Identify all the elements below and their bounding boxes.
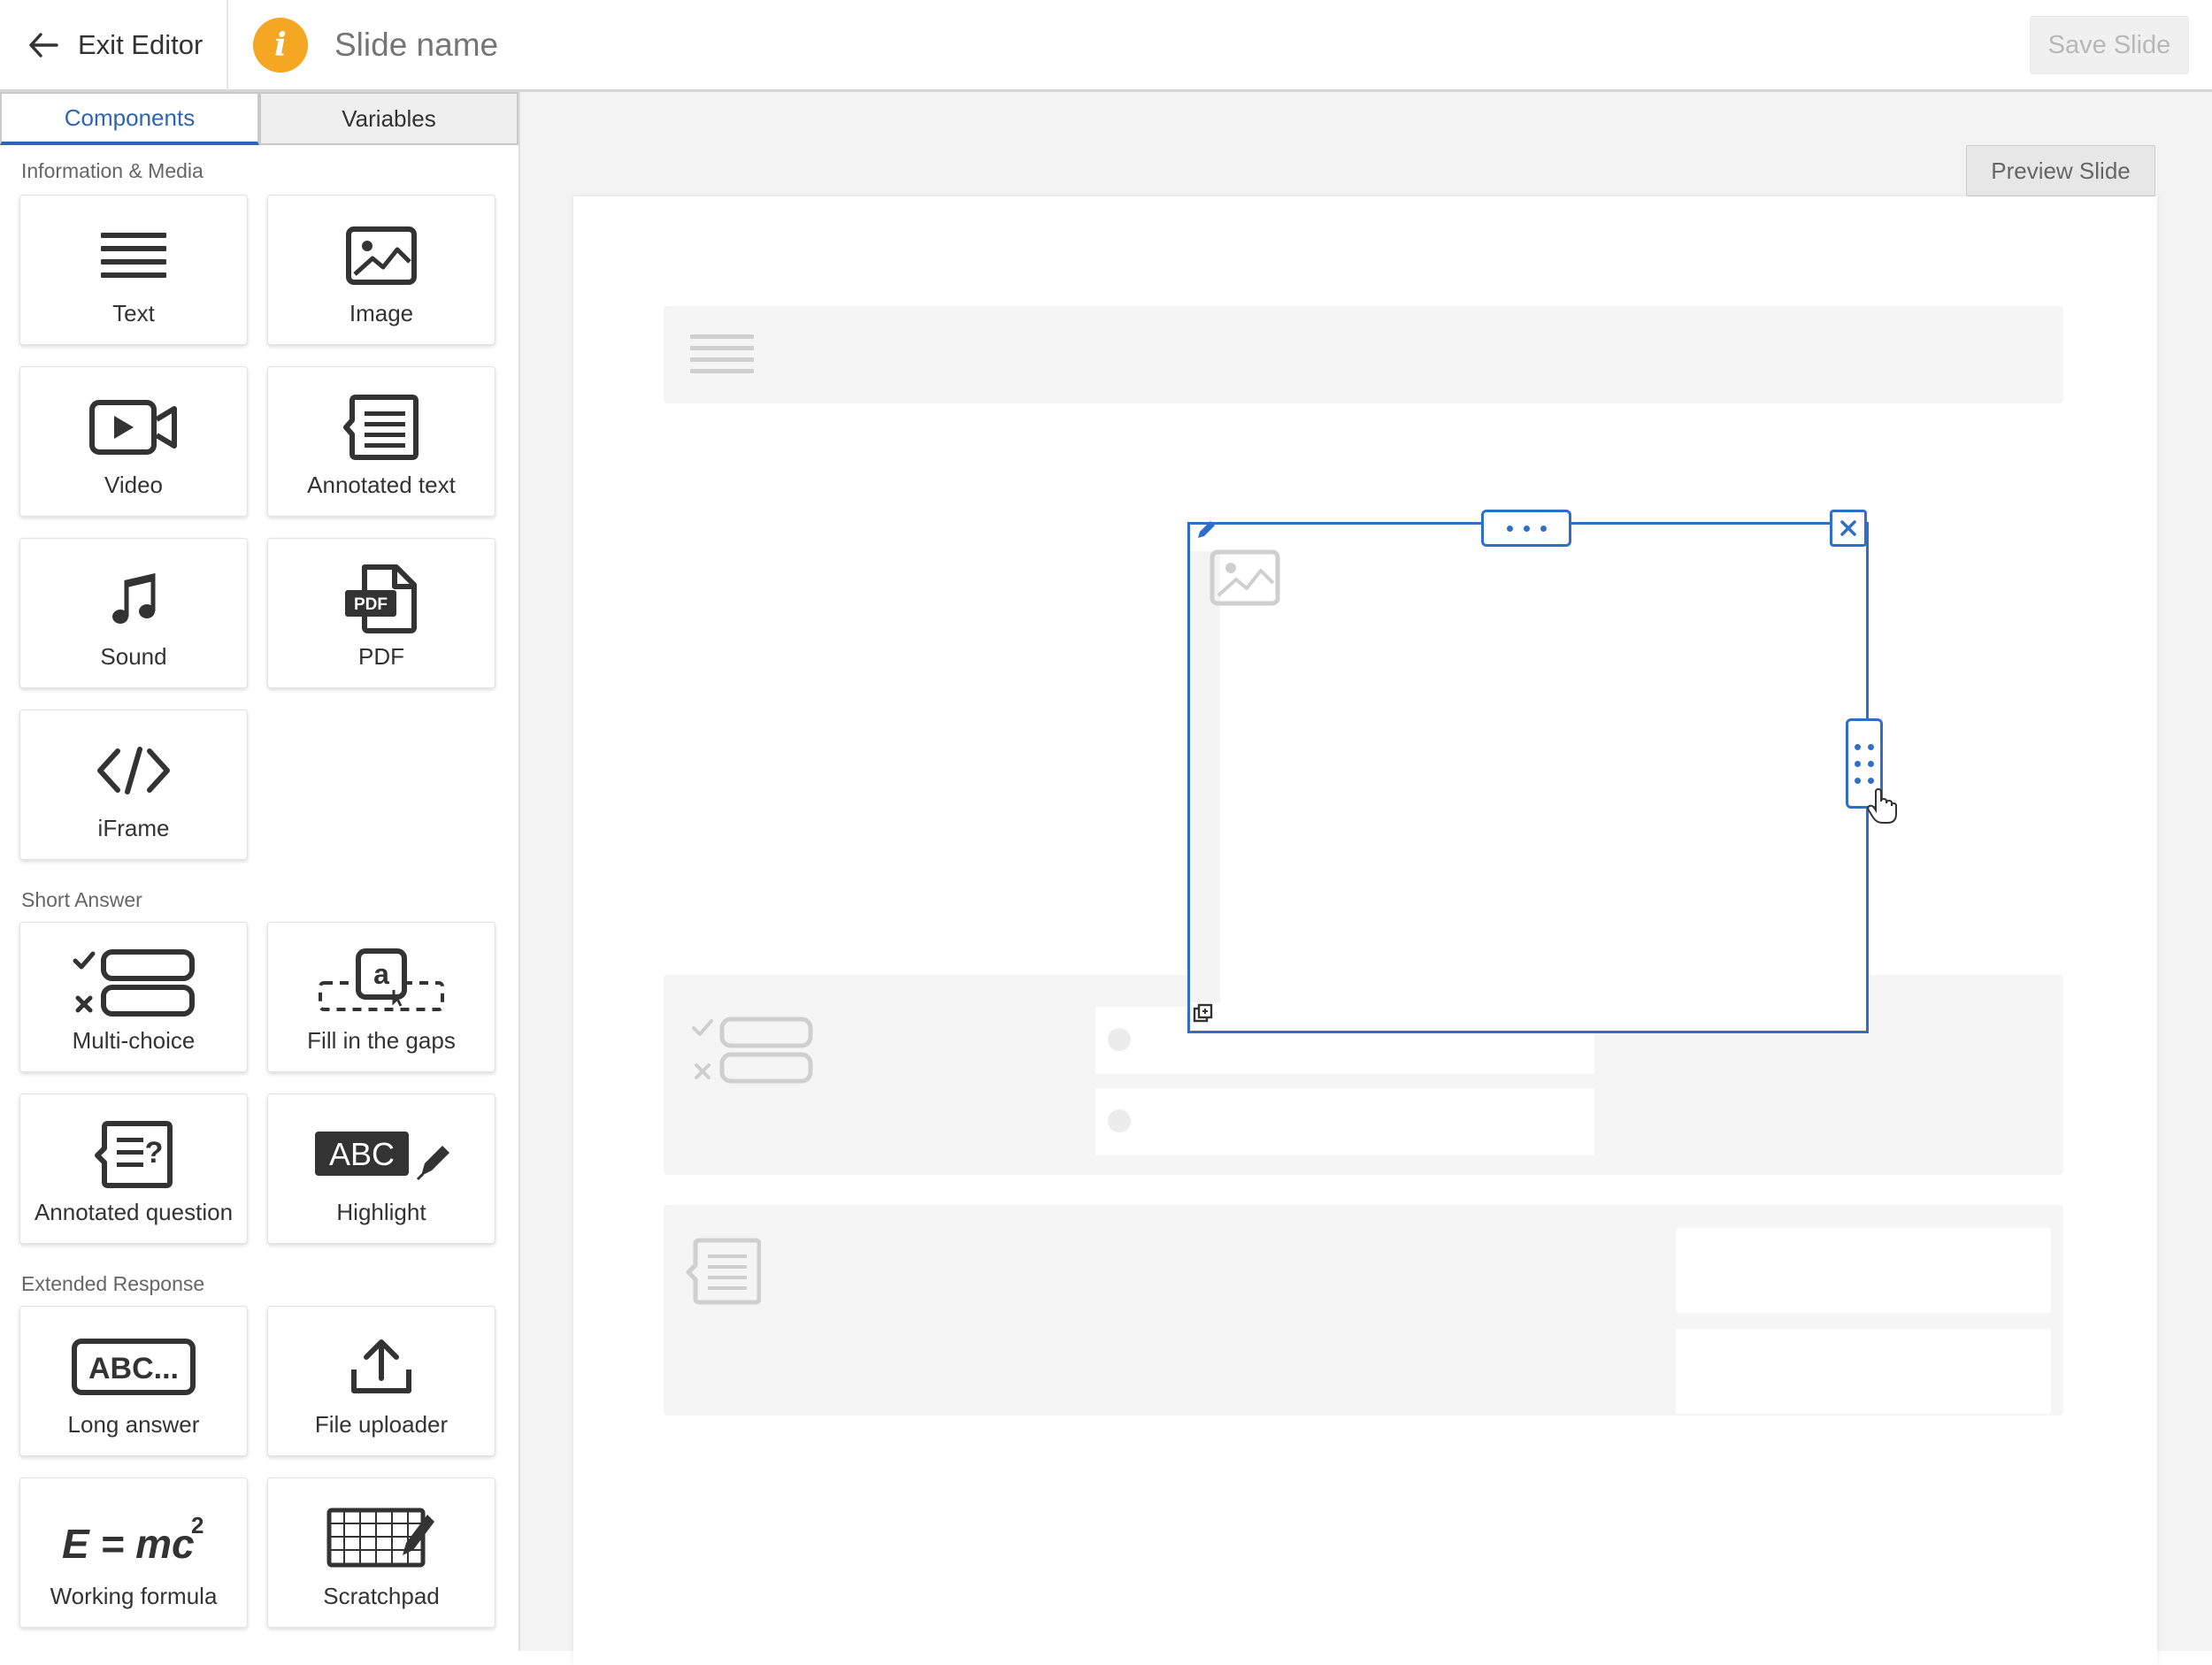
component-sound[interactable]: Sound <box>19 538 248 688</box>
component-iframe[interactable]: iFrame <box>19 710 248 860</box>
annotation-field[interactable] <box>1676 1228 2051 1313</box>
component-label: Sound <box>100 643 167 670</box>
component-working-formula[interactable]: E = mc 2 Working formula <box>19 1477 248 1628</box>
component-pdf[interactable]: PDF PDF <box>267 538 495 688</box>
svg-text:a: a <box>373 958 389 990</box>
highlight-icon: ABC <box>315 1132 449 1181</box>
exit-editor-button[interactable]: Exit Editor <box>0 0 228 90</box>
drag-handle[interactable] <box>1481 510 1571 547</box>
annotated-text-block[interactable] <box>664 1205 2063 1416</box>
component-label: Highlight <box>336 1199 426 1225</box>
multi-choice-icon <box>73 949 195 1017</box>
preview-slide-button[interactable]: Preview Slide <box>1966 145 2155 196</box>
text-block[interactable] <box>664 306 2063 403</box>
radio-icon <box>1108 1109 1131 1132</box>
component-video[interactable]: Video <box>19 366 248 517</box>
component-label: Annotated question <box>34 1199 234 1225</box>
video-camera-icon <box>89 400 177 455</box>
pdf-file-icon: PDF <box>345 564 417 633</box>
component-long-answer[interactable]: ABC... Long answer <box>19 1306 248 1456</box>
image-placeholder-icon <box>1210 549 1280 606</box>
tab-variables[interactable]: Variables <box>259 92 518 145</box>
component-annotated-text[interactable]: Annotated text <box>267 366 495 517</box>
component-label: File uploader <box>314 1411 449 1438</box>
section-heading-info-media: Information & Media <box>21 159 204 182</box>
svg-text:PDF: PDF <box>354 595 388 614</box>
slide-name-input[interactable] <box>334 14 954 76</box>
component-label: Text <box>112 300 155 326</box>
component-scratchpad[interactable]: Scratchpad <box>267 1477 495 1628</box>
component-label: Fill in the gaps <box>307 1027 456 1054</box>
image-block-selected[interactable] <box>1187 522 1869 1033</box>
component-label: PDF <box>358 643 404 670</box>
multi-choice-icon <box>692 1017 813 1084</box>
exit-editor-label: Exit Editor <box>78 29 204 60</box>
save-slide-button[interactable]: Save Slide <box>2030 16 2189 74</box>
hand-cursor-icon <box>1867 787 1897 824</box>
svg-text:ABC...: ABC... <box>88 1352 179 1385</box>
component-label: Annotated text <box>307 472 456 498</box>
radio-icon <box>1108 1028 1131 1051</box>
component-label: Long answer <box>67 1411 200 1438</box>
component-label: iFrame <box>97 815 170 841</box>
component-label: Scratchpad <box>323 1583 440 1609</box>
slide-canvas-area: Preview Slide <box>518 92 2212 1665</box>
editor-toolbar: Exit Editor i Save Slide <box>0 0 2212 92</box>
component-label: Video <box>104 472 164 498</box>
component-label: Image <box>349 300 414 326</box>
components-panel: Components Variables Information & Media… <box>0 92 518 1651</box>
fill-gaps-icon: a <box>319 948 444 1011</box>
edit-pencil-icon[interactable] <box>1193 517 1219 543</box>
image-icon <box>346 226 417 285</box>
close-icon[interactable] <box>1830 510 1867 547</box>
svg-text:2: 2 <box>191 1512 204 1538</box>
component-annotated-question[interactable]: ? Annotated question <box>19 1093 248 1244</box>
formula-icon: E = mc2 <box>62 1512 204 1567</box>
svg-text:ABC: ABC <box>329 1136 395 1172</box>
info-icon[interactable]: i <box>253 18 308 73</box>
component-label: Multi-choice <box>72 1027 196 1054</box>
text-lines-icon <box>101 233 166 278</box>
component-label: Working formula <box>50 1583 218 1609</box>
component-image[interactable]: Image <box>267 195 495 345</box>
svg-text:?: ? <box>145 1136 164 1170</box>
svg-text:E = mc: E = mc <box>62 1521 195 1567</box>
upload-icon <box>351 1339 411 1393</box>
annotated-text-icon <box>343 395 419 460</box>
panel-tabs: Components Variables <box>0 92 518 145</box>
section-heading-short-answer: Short Answer <box>21 888 142 911</box>
component-fill-gaps[interactable]: a Fill in the gaps <box>267 922 495 1072</box>
duplicate-icon[interactable] <box>1193 1003 1217 1028</box>
annotation-field[interactable] <box>1676 1329 2051 1414</box>
code-brackets-icon <box>97 747 170 794</box>
section-heading-extended-response: Extended Response <box>21 1272 205 1295</box>
annotated-question-icon: ? <box>95 1121 173 1188</box>
text-lines-icon <box>690 334 754 373</box>
component-text[interactable]: Text <box>19 195 248 345</box>
choice-option[interactable] <box>1095 1088 1594 1155</box>
image-area <box>1220 551 1839 1002</box>
annotated-text-icon <box>686 1238 761 1305</box>
arrow-left-icon <box>29 33 58 58</box>
tab-components[interactable]: Components <box>0 92 259 145</box>
component-file-uploader[interactable]: File uploader <box>267 1306 495 1456</box>
long-answer-icon: ABC... <box>72 1339 196 1395</box>
component-highlight[interactable]: ABC Highlight <box>267 1093 495 1244</box>
scratchpad-icon <box>326 1508 434 1568</box>
component-multi-choice[interactable]: Multi-choice <box>19 922 248 1072</box>
music-note-icon <box>112 572 156 624</box>
